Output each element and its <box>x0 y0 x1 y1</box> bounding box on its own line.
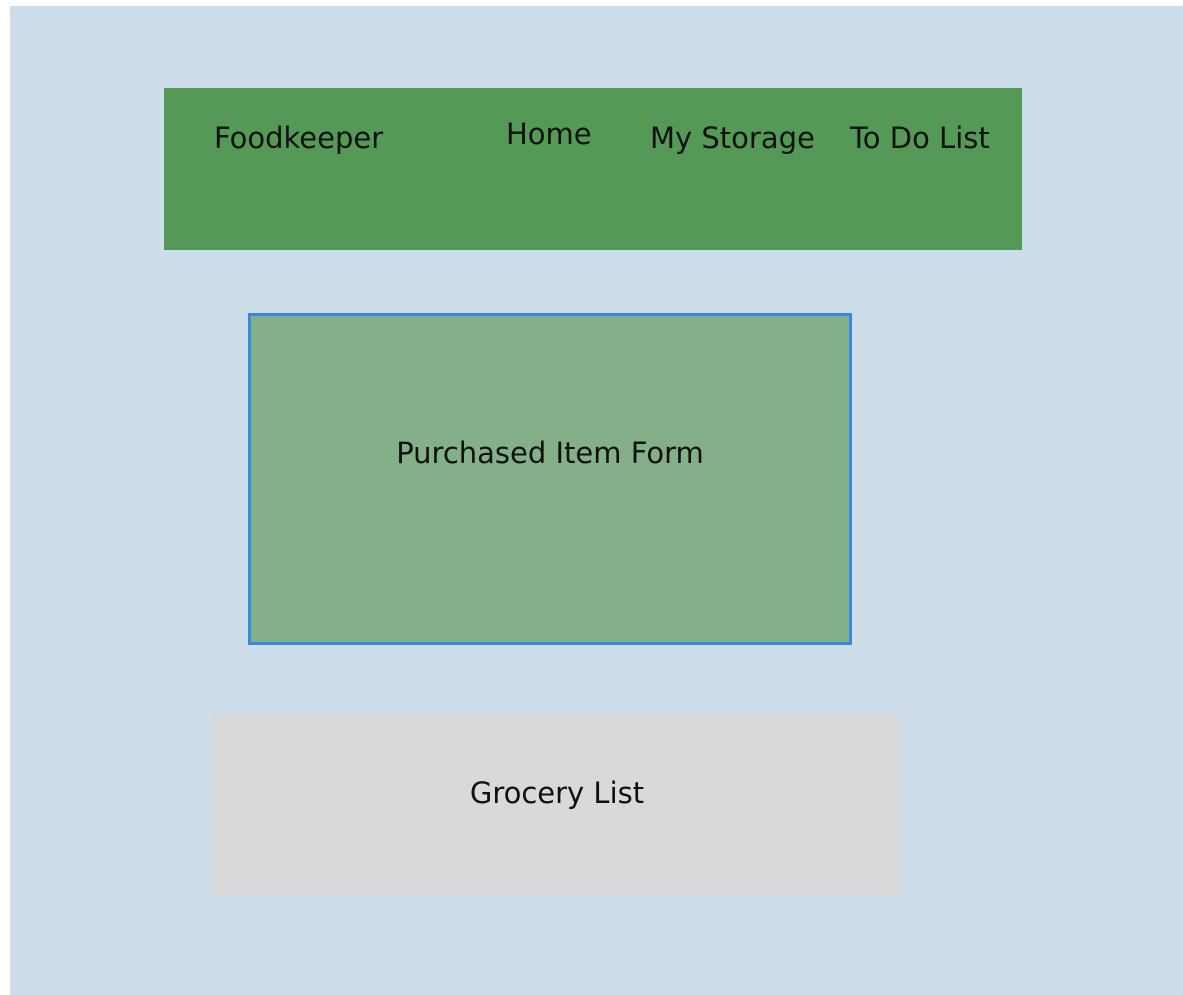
nav-to-do-list-link[interactable]: To Do List <box>850 124 990 153</box>
brand-title[interactable]: Foodkeeper <box>214 124 383 153</box>
grocery-list-panel[interactable]: Grocery List <box>213 714 901 895</box>
nav-home-link[interactable]: Home <box>506 120 592 149</box>
navbar <box>164 88 1022 250</box>
nav-my-storage-link[interactable]: My Storage <box>650 124 815 153</box>
grocery-list-label: Grocery List <box>469 776 645 810</box>
purchased-item-form-label: Purchased Item Form <box>396 436 704 470</box>
purchased-item-form[interactable]: Purchased Item Form <box>248 313 852 645</box>
